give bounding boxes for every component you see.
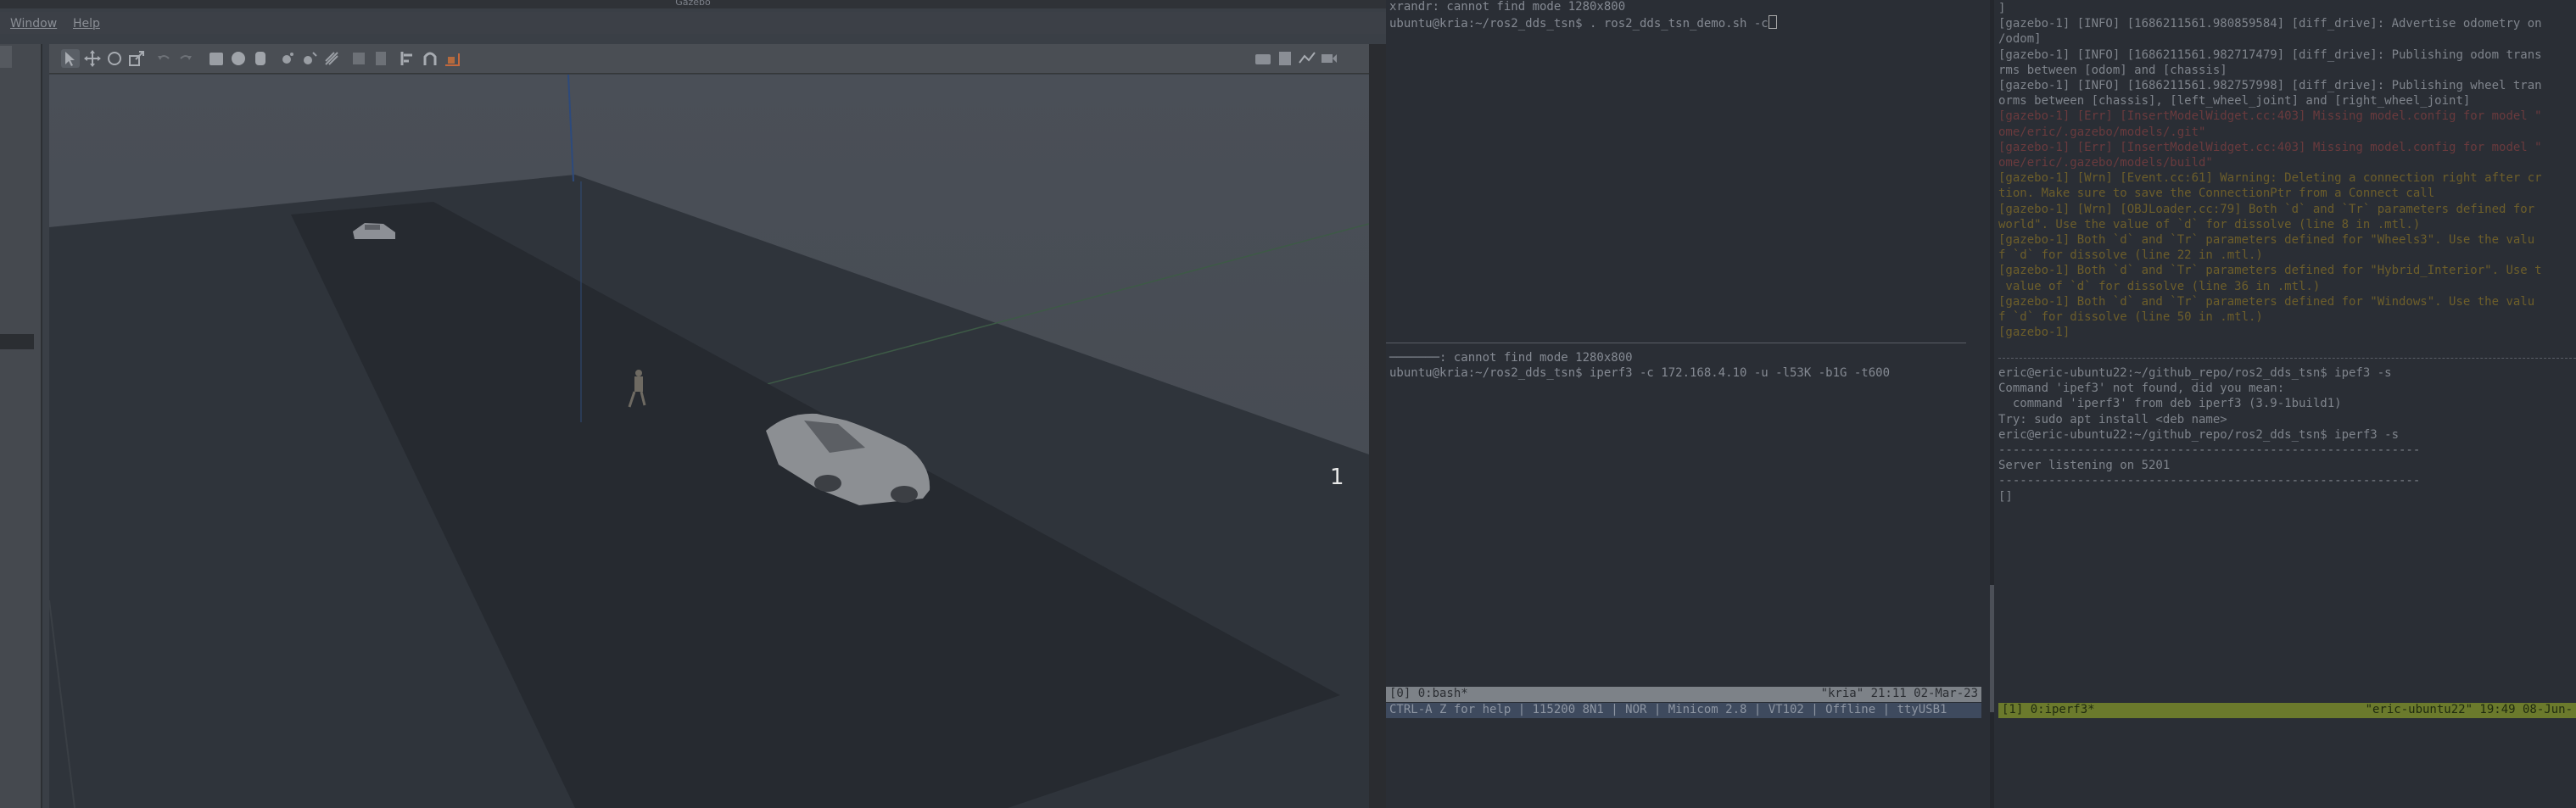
point-light-icon[interactable] bbox=[278, 49, 297, 68]
window-title: Gazebo bbox=[675, 0, 711, 8]
plot-icon[interactable] bbox=[1298, 49, 1316, 68]
redo-icon[interactable] bbox=[176, 49, 195, 68]
terminal-line: ubuntu@kria:~/ros2_dds_tsn$ . ros2_dds_t… bbox=[1389, 15, 1777, 31]
log-line: ome/eric/.gazebo/models/.git" bbox=[1998, 125, 2206, 139]
log-icon[interactable] bbox=[1276, 49, 1294, 68]
tmux-host-time: "kria" 21:11 02-Mar-23 bbox=[1820, 687, 1978, 700]
spot-light-icon[interactable] bbox=[300, 49, 319, 68]
align-icon[interactable] bbox=[399, 49, 417, 68]
tmux-window-label: [1] 0:iperf3* bbox=[2002, 703, 2095, 716]
terminal-line: ----------------------------------------… bbox=[1998, 443, 2421, 457]
log-line: [gazebo-1] bbox=[1998, 326, 2070, 340]
change-view-icon[interactable] bbox=[443, 49, 461, 68]
log-line: tion. Make sure to save the ConnectionPt… bbox=[1998, 187, 2435, 201]
directional-light-icon[interactable] bbox=[322, 49, 341, 68]
log-line: [gazebo-1] Both `d` and `Tr` parameters … bbox=[1998, 233, 2535, 247]
terminal-line: eric@eric-ubuntu22:~/github_repo/ros2_dd… bbox=[1998, 366, 2392, 380]
log-line: value of `d` for dissolve (line 36 in .m… bbox=[1998, 279, 2321, 293]
pane-divider[interactable] bbox=[1998, 358, 2576, 359]
gazebo-window: Gazebo Window Help 1 bbox=[0, 0, 1386, 808]
minicom-status-bar: CTRL-A Z for help | 115200 8N1 | NOR | M… bbox=[1386, 703, 1981, 718]
log-line: [gazebo-1] [Wrn] [OBJLoader.cc:79] Both … bbox=[1998, 202, 2535, 216]
sphere-icon[interactable] bbox=[229, 49, 248, 68]
log-line: [gazebo-1] [Err] [InsertModelWidget.cc:4… bbox=[1998, 140, 2542, 154]
log-line: ome/eric/.gazebo/models/build" bbox=[1998, 156, 2213, 170]
terminal-line: command 'iperf3' from deb iperf3 (3.9-1b… bbox=[1998, 397, 2342, 411]
left-side-panel[interactable] bbox=[0, 44, 42, 808]
video-icon[interactable] bbox=[1320, 49, 1338, 68]
copy-icon[interactable] bbox=[349, 49, 368, 68]
log-line: f `d` for dissolve (line 22 in .mtl.) bbox=[1998, 248, 2263, 263]
tmux-window-label: [0] 0:bash* bbox=[1389, 687, 1468, 700]
screenshot-icon[interactable] bbox=[1254, 49, 1272, 68]
log-line: [gazebo-1] [INFO] [1686211561.982757998]… bbox=[1998, 79, 2542, 92]
snap-icon[interactable] bbox=[421, 49, 439, 68]
log-line: [gazebo-1] [Wrn] [Event.cc:61] Warning: … bbox=[1998, 171, 2542, 186]
paste-icon[interactable] bbox=[372, 49, 390, 68]
translate-icon[interactable] bbox=[83, 49, 102, 68]
scale-icon[interactable] bbox=[127, 49, 146, 68]
tmux-host-time: "eric-ubuntu22" 19:49 08-Jun- bbox=[2365, 703, 2573, 716]
gazebo-titlebar: Gazebo bbox=[0, 0, 1386, 8]
terminal-line: xrandr: cannot find mode 1280x800 bbox=[1389, 0, 1626, 14]
terminal-line: Command 'ipef3' not found, did you mean: bbox=[1998, 382, 2285, 396]
terminal-cursor bbox=[1768, 15, 1777, 29]
log-line: ] bbox=[1998, 2, 2006, 15]
log-line: f `d` for dissolve (line 50 in .mtl.) bbox=[1998, 310, 2263, 324]
log-line: [gazebo-1] [INFO] [1686211561.980859584]… bbox=[1998, 17, 2542, 31]
viewport-label: 1 bbox=[1330, 465, 1344, 490]
panel-collapse-tab[interactable] bbox=[0, 46, 12, 68]
gazebo-right-edge bbox=[1369, 44, 1386, 808]
cylinder-icon[interactable] bbox=[251, 49, 270, 68]
3d-viewport[interactable]: 1 bbox=[49, 75, 1369, 808]
terminal-line: ───────: cannot find mode 1280x800 bbox=[1389, 351, 1633, 365]
log-line: rms between [odom] and [chassis] bbox=[1998, 63, 2227, 77]
box-icon[interactable] bbox=[207, 49, 226, 68]
tmux-status-bar-right: [1] 0:iperf3* "eric-ubuntu22" 19:49 08-J… bbox=[1998, 703, 2576, 718]
minicom-status: CTRL-A Z for help | 115200 8N1 | NOR | M… bbox=[1389, 703, 1947, 716]
terminal-line: eric@eric-ubuntu22:~/github_repo/ros2_dd… bbox=[1998, 427, 2400, 442]
log-line: orms between [chassis], [left_wheel_join… bbox=[1998, 94, 2471, 109]
panel-handle[interactable] bbox=[0, 334, 34, 349]
rotate-icon[interactable] bbox=[105, 49, 124, 68]
tmux-status-bar: [0] 0:bash* "kria" 21:11 02-Mar-23 bbox=[1386, 687, 1981, 702]
terminal-line: ubuntu@kria:~/ros2_dds_tsn$ iperf3 -c 17… bbox=[1389, 366, 1891, 380]
log-line: /odom] bbox=[1998, 32, 2042, 47]
menu-window[interactable]: Window bbox=[10, 17, 57, 31]
terminal-line: Server listening on 5201 bbox=[1998, 459, 2171, 473]
log-line: world". Use the value of `d` for dissolv… bbox=[1998, 217, 2421, 231]
terminal-line: Try: sudo apt install <deb name> bbox=[1998, 412, 2227, 426]
scrollbar[interactable] bbox=[1990, 585, 1994, 712]
select-icon[interactable] bbox=[61, 49, 80, 68]
gazebo-menubar: Window Help bbox=[0, 12, 1386, 34]
log-line: [gazebo-1] [Err] [InsertModelWidget.cc:4… bbox=[1998, 109, 2542, 124]
menu-help[interactable]: Help bbox=[73, 17, 100, 31]
log-line: [gazebo-1] Both `d` and `Tr` parameters … bbox=[1998, 294, 2535, 309]
terminal-line: ----------------------------------------… bbox=[1998, 474, 2421, 488]
undo-icon[interactable] bbox=[154, 49, 173, 68]
gazebo-toolbar bbox=[49, 44, 1369, 74]
scene-render bbox=[49, 75, 1369, 808]
terminal-line: [] bbox=[1998, 489, 2013, 504]
log-line: [gazebo-1] Both `d` and `Tr` parameters … bbox=[1998, 264, 2542, 278]
log-line: [gazebo-1] [INFO] [1686211561.982717479]… bbox=[1998, 47, 2542, 62]
